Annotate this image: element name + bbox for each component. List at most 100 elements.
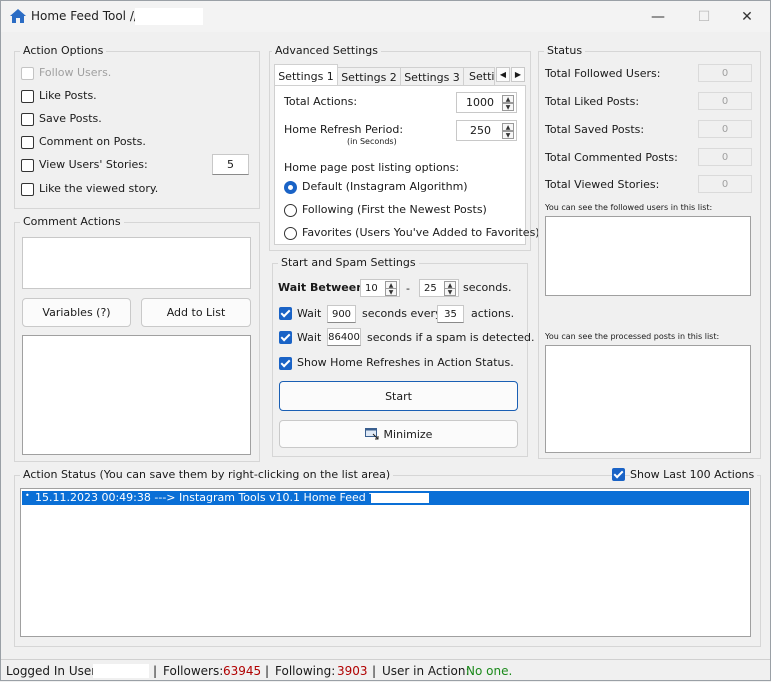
saved-count: 0 <box>698 120 752 138</box>
followed-count: 0 <box>698 64 752 82</box>
view-stories-label: View Users' Stories: <box>39 158 148 171</box>
save-posts-label: Save Posts. <box>39 112 102 125</box>
total-actions-stepper[interactable]: 1000 ▲ ▼ <box>456 92 517 113</box>
wait-label: Wait <box>297 307 322 320</box>
seconds-every-label: seconds every <box>362 307 442 320</box>
like-viewed-story-checkbox[interactable] <box>21 183 34 196</box>
followed-users-list[interactable] <box>545 216 751 296</box>
stepper-down-icon[interactable]: ▼ <box>502 131 514 139</box>
spam-detected-label: seconds if a spam is detected. <box>367 331 535 344</box>
tab-settings-2[interactable]: Settings 2 <box>337 67 401 86</box>
close-window-button[interactable]: ✕ <box>724 1 770 32</box>
home-refresh-label: Home Refresh Period: <box>284 123 404 136</box>
show-last-actions-label: Show Last 100 Actions <box>630 468 758 481</box>
tab-scroll-left-icon[interactable]: ◀ <box>496 67 510 82</box>
status-bar: Logged In User: | Followers: 63945 | Fol… <box>1 659 770 682</box>
wait-every-checkbox[interactable] <box>279 307 292 320</box>
favorites-radio[interactable] <box>284 227 297 240</box>
max-wait-value: 25 <box>424 283 437 294</box>
show-refreshes-checkbox[interactable] <box>279 357 292 370</box>
view-stories-checkbox[interactable] <box>21 159 34 172</box>
add-to-list-button[interactable]: Add to List <box>141 298 251 327</box>
status-title: Status <box>544 44 586 57</box>
range-dash: - <box>406 282 410 295</box>
minimize-button[interactable]: Minimize <box>279 420 518 448</box>
viewed-count: 0 <box>698 175 752 193</box>
followers-label: Followers: <box>163 664 224 678</box>
window-title: Home Feed Tool // <box>31 9 138 23</box>
like-viewed-story-label: Like the viewed story. <box>39 182 159 195</box>
following-radio[interactable] <box>284 204 297 217</box>
stepper-down-icon[interactable]: ▼ <box>502 103 514 111</box>
spam-wait-input[interactable]: 86400 <box>327 328 361 346</box>
maximize-window-button[interactable]: ☐ <box>681 1 727 32</box>
logged-user-label: Logged In User: <box>6 664 101 678</box>
action-options-title: Action Options <box>20 44 107 57</box>
processed-posts-list[interactable] <box>545 345 751 453</box>
bullet-icon: • <box>25 491 30 500</box>
min-wait-value: 10 <box>365 283 378 294</box>
viewed-label: Total Viewed Stories: <box>545 178 660 191</box>
spam-wait-checkbox[interactable] <box>279 331 292 344</box>
actions-label: actions. <box>471 307 515 320</box>
actions-count-input[interactable]: 35 <box>437 305 464 323</box>
comment-posts-label: Comment on Posts. <box>39 135 146 148</box>
min-wait-stepper[interactable]: 10 ▲ ▼ <box>360 279 400 297</box>
max-wait-stepper[interactable]: 25 ▲ ▼ <box>419 279 459 297</box>
liked-label: Total Liked Posts: <box>545 95 640 108</box>
comment-text-input[interactable] <box>22 237 251 289</box>
stepper-down-icon[interactable]: ▼ <box>444 288 456 296</box>
default-option-label: Default (Instagram Algorithm) <box>302 180 468 193</box>
tab-settings-1[interactable]: Settings 1 <box>274 64 338 87</box>
variables-button[interactable]: Variables (?) <box>22 298 131 327</box>
home-icon <box>10 9 26 23</box>
following-count: 3903 <box>337 664 368 678</box>
home-refresh-unit: (in Seconds) <box>347 137 397 146</box>
followed-list-caption: You can see the followed users in this l… <box>545 203 713 212</box>
list-item[interactable]: • 15.11.2023 00:49:38 ---> Instagram Too… <box>22 491 749 505</box>
show-last-actions-checkbox[interactable] <box>612 468 625 481</box>
tab-settings-4[interactable]: Setti <box>463 67 495 85</box>
home-refresh-stepper[interactable]: 250 ▲ ▼ <box>456 120 517 141</box>
save-posts-checkbox[interactable] <box>21 113 34 126</box>
follow-users-checkbox[interactable] <box>21 67 34 80</box>
processed-list-caption: You can see the processed posts in this … <box>545 332 720 341</box>
action-status-title: Action Status (You can save them by righ… <box>20 468 394 481</box>
home-refresh-value: 250 <box>470 124 491 137</box>
spam-settings-title: Start and Spam Settings <box>278 256 419 269</box>
saved-label: Total Saved Posts: <box>545 123 645 136</box>
start-button[interactable]: Start <box>279 381 518 411</box>
separator: | <box>372 664 377 678</box>
redacted-username <box>135 8 203 25</box>
redacted-username <box>371 493 429 503</box>
comment-actions-title: Comment Actions <box>20 215 124 228</box>
comments-list[interactable] <box>22 335 251 455</box>
status-entry-text: 15.11.2023 00:49:38 ---> Instagram Tools… <box>35 491 402 504</box>
separator: | <box>153 664 158 678</box>
stepper-up-icon[interactable]: ▲ <box>502 95 514 103</box>
wait-label: Wait <box>297 331 322 344</box>
following-label: Following: <box>275 664 336 678</box>
favorites-option-label: Favorites (Users You've Added to Favorit… <box>302 226 540 239</box>
advanced-settings-title: Advanced Settings <box>272 44 381 57</box>
in-action-value: No one. <box>466 664 513 678</box>
total-actions-value: 1000 <box>466 96 494 109</box>
minimize-window-button[interactable]: — <box>635 1 681 32</box>
commented-count: 0 <box>698 148 752 166</box>
title-bar[interactable]: Home Feed Tool // — ☐ ✕ <box>1 1 770 32</box>
following-option-label: Following (First the Newest Posts) <box>302 203 487 216</box>
stories-count-input[interactable]: 5 <box>212 154 249 175</box>
like-posts-checkbox[interactable] <box>21 90 34 103</box>
wait-seconds-input[interactable]: 900 <box>327 305 356 323</box>
tab-settings-3[interactable]: Settings 3 <box>400 67 464 86</box>
minimize-window-icon <box>364 428 379 440</box>
tab-scroll-right-icon[interactable]: ▶ <box>511 67 525 82</box>
followed-label: Total Followed Users: <box>545 67 661 80</box>
action-status-list[interactable]: • 15.11.2023 00:49:38 ---> Instagram Too… <box>20 488 751 637</box>
comment-posts-checkbox[interactable] <box>21 136 34 149</box>
seconds-label: seconds. <box>463 281 512 294</box>
listing-options-label: Home page post listing options: <box>284 161 460 174</box>
stepper-up-icon[interactable]: ▲ <box>502 123 514 131</box>
default-radio[interactable] <box>284 181 297 194</box>
stepper-down-icon[interactable]: ▼ <box>385 288 397 296</box>
